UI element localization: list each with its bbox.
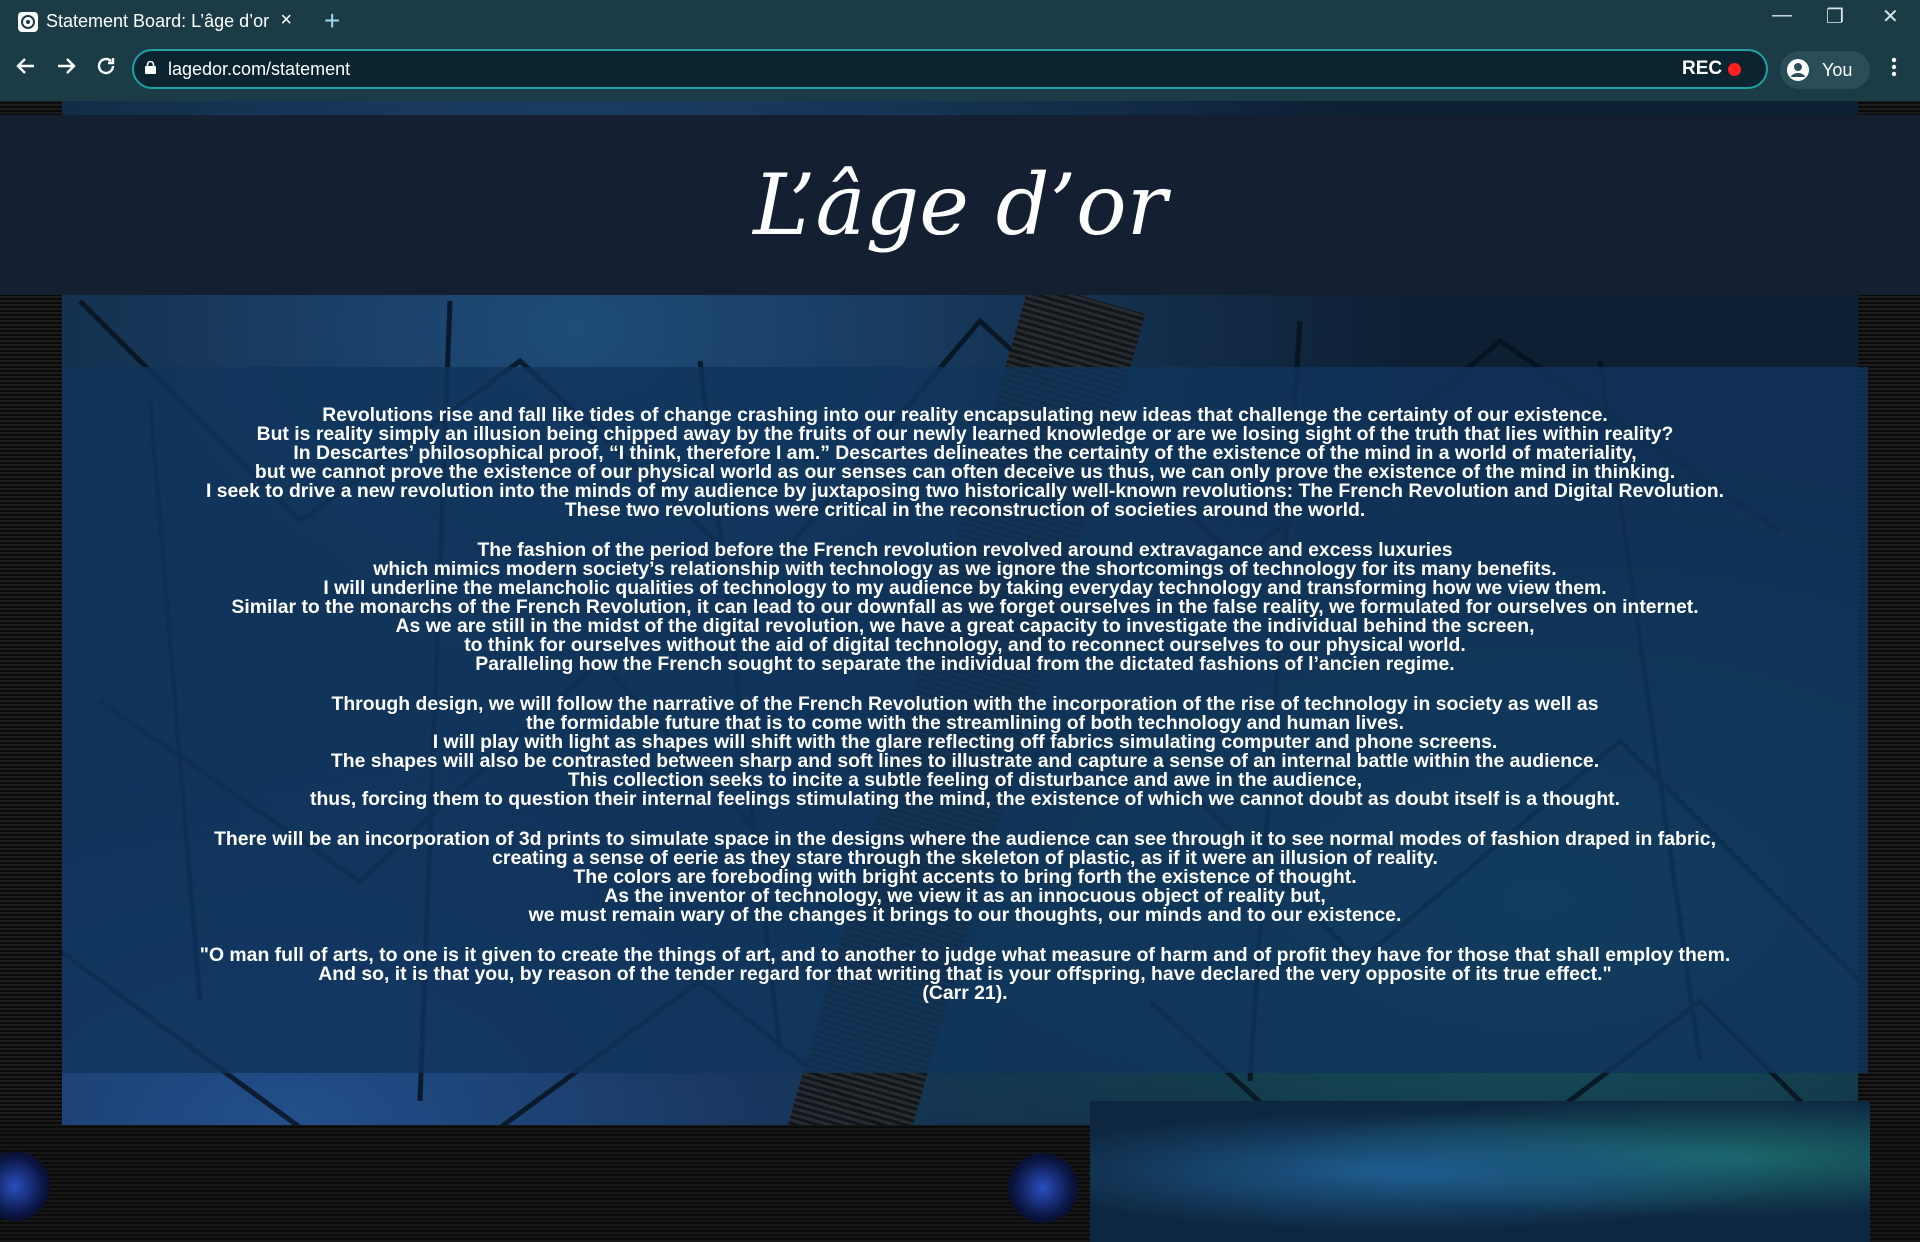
statement-line: Paralleling how the French sought to sep…: [475, 653, 1455, 675]
url-text[interactable]: lagedor.com/statement: [168, 59, 350, 80]
statement-line: (Carr 21).: [922, 982, 1008, 1004]
statement-paragraph: "O man full of arts, to one is it given …: [62, 945, 1868, 1004]
page-content: L’âge d’or Revolutions rise and fall lik…: [0, 101, 1920, 1242]
statement-paragraph: Through design, we will follow the narra…: [62, 694, 1868, 810]
arrow-left-icon: [16, 58, 34, 74]
browser-menu-button[interactable]: [1890, 55, 1898, 86]
background-artwork: [1090, 1101, 1870, 1242]
account-circle-icon: [1787, 59, 1809, 81]
close-window-button[interactable]: ✕: [1882, 4, 1899, 29]
site-favicon-icon: [18, 11, 38, 32]
statement-paragraph: Revolutions rise and fall like tides of …: [62, 405, 1868, 521]
background-lens: [1008, 1153, 1078, 1223]
tab-title: Statement Board: L’âge d’or: [46, 11, 270, 31]
lock-icon: [145, 61, 156, 74]
arrow-right-icon: [58, 58, 76, 74]
statement-paragraph: There will be an incorporation of 3d pri…: [62, 829, 1868, 926]
restore-button[interactable]: ❐: [1826, 4, 1844, 29]
back-button[interactable]: [14, 54, 38, 85]
statement-paragraph: The fashion of the period before the Fre…: [62, 540, 1868, 675]
profile-label[interactable]: You: [1822, 60, 1852, 81]
site-logo[interactable]: L’âge d’or: [0, 115, 1920, 295]
statement-text: Revolutions rise and fall like tides of …: [62, 405, 1868, 1024]
address-bar[interactable]: [132, 49, 1768, 89]
forward-button[interactable]: [54, 54, 78, 85]
new-tab-button[interactable]: +: [324, 5, 340, 37]
minimize-button[interactable]: —: [1772, 4, 1792, 27]
statement-line: we must remain wary of the changes it br…: [528, 904, 1402, 926]
statement-line: thus, forcing them to question their int…: [309, 788, 1621, 810]
reload-button[interactable]: [94, 54, 118, 85]
reload-icon: [97, 57, 115, 75]
browser-tab[interactable]: Statement Board: L’âge d’or ×: [8, 0, 310, 43]
vertical-dots-icon: [1891, 57, 1897, 77]
close-tab-icon[interactable]: ×: [280, 9, 292, 32]
statement-line: These two revolutions were critical in t…: [564, 499, 1366, 521]
recording-indicator-icon: [1728, 63, 1741, 76]
rec-label: REC: [1682, 58, 1723, 79]
